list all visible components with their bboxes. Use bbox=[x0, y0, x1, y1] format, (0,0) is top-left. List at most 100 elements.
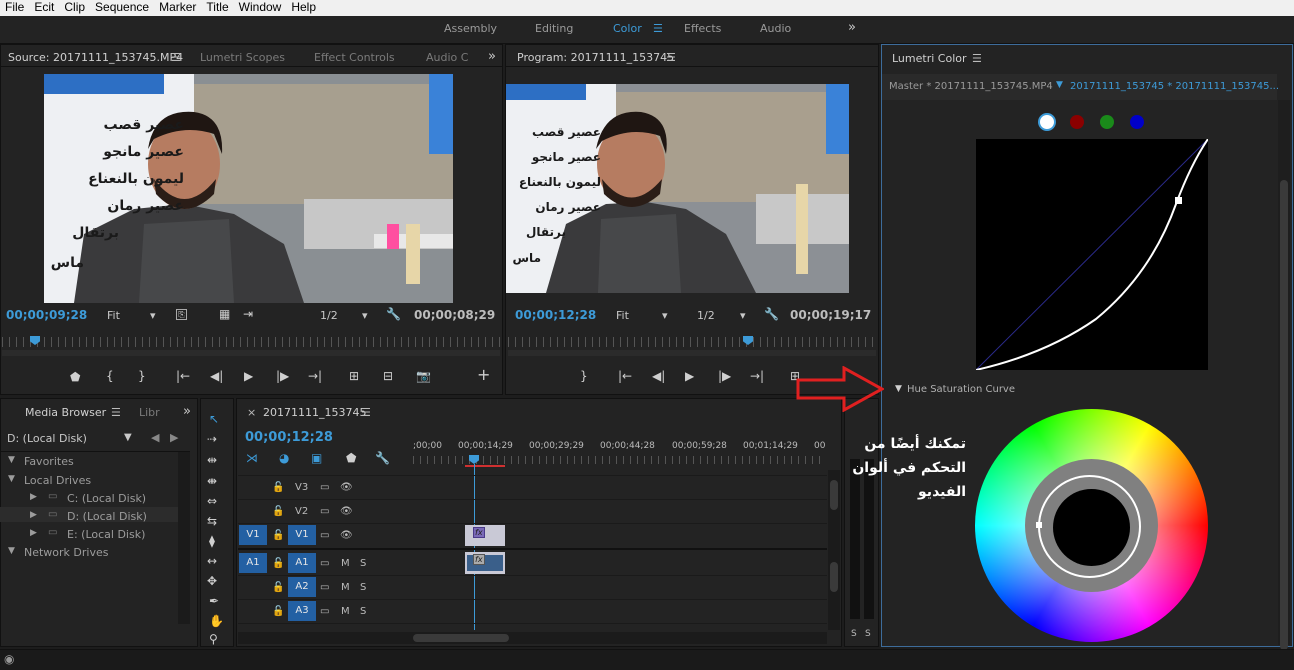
tree-drive-c[interactable]: C: (Local Disk) bbox=[67, 492, 146, 505]
program-zoom-bar[interactable] bbox=[508, 350, 876, 356]
tab-lumetri-scopes[interactable]: Lumetri Scopes bbox=[200, 51, 285, 64]
lumetri-menu-icon[interactable]: ☰ bbox=[972, 52, 982, 65]
menu-marker[interactable]: Marker bbox=[154, 0, 201, 15]
track-label-v2[interactable]: V2 bbox=[295, 506, 308, 517]
menu-help[interactable]: Help bbox=[286, 0, 321, 15]
chevron-down-icon[interactable]: ▼ bbox=[1056, 80, 1063, 90]
menu-edit[interactable]: Ecit bbox=[29, 0, 59, 15]
add-button-icon[interactable]: + bbox=[477, 367, 490, 383]
step-back-icon[interactable]: ◀| bbox=[210, 370, 223, 382]
toggle-sync-lock-icon[interactable]: ▭ bbox=[320, 530, 329, 541]
eye-icon[interactable]: ◉ bbox=[4, 652, 14, 666]
lock-icon[interactable]: 🔓 bbox=[272, 582, 284, 593]
wrench-icon[interactable]: 🔧 bbox=[375, 452, 390, 464]
menu-window[interactable]: Window bbox=[234, 0, 287, 15]
workspace-editing[interactable]: Editing bbox=[535, 22, 573, 35]
source-overflow-icon[interactable]: » bbox=[488, 49, 496, 64]
wrench-icon[interactable]: 🔧 bbox=[764, 308, 779, 320]
mark-out-icon[interactable]: } bbox=[580, 370, 588, 382]
mute-button[interactable]: M bbox=[341, 606, 350, 617]
workspace-assembly[interactable]: Assembly bbox=[444, 22, 497, 35]
meter-solo-left[interactable]: S bbox=[851, 629, 857, 639]
collapse-triangle-icon[interactable]: ▼ bbox=[8, 474, 15, 484]
tree-favorites[interactable]: Favorites bbox=[24, 455, 74, 468]
chevron-down-icon[interactable]: ▾ bbox=[740, 309, 746, 322]
track-label-v3[interactable]: V3 bbox=[295, 482, 308, 493]
workspace-color[interactable]: Color bbox=[613, 22, 642, 35]
toggle-sync-lock-icon[interactable]: ▭ bbox=[320, 506, 329, 517]
menu-sequence[interactable]: Sequence bbox=[90, 0, 154, 15]
insert-edit-icon[interactable]: ⇥ bbox=[243, 308, 253, 320]
program-resolution-select[interactable]: 1/2 bbox=[697, 309, 715, 322]
curve-channel-blue[interactable] bbox=[1130, 115, 1144, 129]
chevron-down-icon[interactable]: ▾ bbox=[662, 309, 668, 322]
slide-tool-icon[interactable]: ↔ bbox=[207, 555, 217, 567]
hand-tool-icon[interactable]: ✋ bbox=[209, 615, 224, 627]
lumetri-scrollbar[interactable] bbox=[1278, 100, 1290, 650]
lock-icon[interactable]: 🔓 bbox=[272, 606, 284, 617]
media-browser-overflow-icon[interactable]: » bbox=[183, 404, 191, 419]
lumetri-title[interactable]: Lumetri Color bbox=[892, 52, 967, 65]
safe-margins-icon[interactable]: ⎘ bbox=[176, 309, 187, 320]
selection-tool-icon[interactable]: ↖ bbox=[209, 413, 219, 425]
go-to-in-icon[interactable]: |← bbox=[176, 370, 190, 382]
timeline-vscroll[interactable] bbox=[828, 470, 840, 630]
workspace-audio[interactable]: Audio bbox=[760, 22, 791, 35]
collapse-triangle-icon[interactable]: ▼ bbox=[895, 384, 902, 394]
source-resolution-select[interactable]: 1/2 bbox=[320, 309, 338, 322]
marker-icon[interactable]: ⬟ bbox=[346, 452, 356, 464]
toggle-sync-lock-icon[interactable]: ▭ bbox=[320, 582, 329, 593]
rate-stretch-tool-icon[interactable]: ⇔ bbox=[207, 495, 217, 507]
program-time-ruler[interactable] bbox=[508, 337, 876, 347]
close-icon[interactable]: × bbox=[247, 406, 256, 419]
source-patch-v1[interactable]: V1 bbox=[239, 525, 267, 545]
tab-libraries[interactable]: Libr bbox=[139, 406, 160, 419]
tab-source[interactable]: Source: 20171111_153745.MP4 bbox=[8, 51, 183, 64]
overwrite-icon[interactable]: ⊟ bbox=[383, 370, 393, 382]
solo-button[interactable]: S bbox=[360, 558, 366, 569]
program-fit-select[interactable]: Fit bbox=[616, 309, 629, 322]
go-to-out-icon[interactable]: →| bbox=[750, 370, 764, 382]
timeline-timecode[interactable]: 00;00;12;28 bbox=[245, 430, 333, 445]
tab-program[interactable]: Program: 20171111_153745 bbox=[517, 51, 674, 64]
program-timecode-in[interactable]: 00;00;12;28 bbox=[515, 308, 596, 322]
expand-triangle-icon[interactable]: ▶ bbox=[30, 510, 37, 520]
source-menu-icon[interactable]: ☰ bbox=[171, 51, 181, 64]
source-patch-a1[interactable]: A1 bbox=[239, 553, 267, 573]
collapse-triangle-icon[interactable]: ▼ bbox=[8, 455, 15, 465]
go-to-in-icon[interactable]: |← bbox=[618, 370, 632, 382]
camera-icon[interactable]: 📷 bbox=[416, 370, 431, 382]
source-time-ruler[interactable] bbox=[2, 337, 500, 347]
tab-media-browser[interactable]: Media Browser bbox=[25, 406, 106, 419]
tree-network-drives[interactable]: Network Drives bbox=[24, 546, 108, 559]
track-select-tool-icon[interactable]: ⇢ bbox=[207, 433, 217, 445]
expand-triangle-icon[interactable]: ▶ bbox=[30, 492, 37, 502]
lumetri-scrollbar-thumb[interactable] bbox=[1280, 180, 1288, 650]
eye-icon[interactable]: 👁 bbox=[340, 530, 353, 541]
ripple-edit-tool-icon[interactable]: ⇹ bbox=[207, 454, 217, 466]
pen-tool-icon[interactable]: ✒ bbox=[209, 595, 219, 607]
go-to-out-icon[interactable]: →| bbox=[308, 370, 322, 382]
track-target-a3[interactable]: A3 bbox=[288, 601, 316, 621]
source-timecode-in[interactable]: 00;00;09;28 bbox=[6, 308, 87, 322]
mute-button[interactable]: M bbox=[341, 558, 350, 569]
export-frame-settings-icon[interactable]: ▦ bbox=[219, 308, 230, 320]
step-forward-icon[interactable]: |▶ bbox=[276, 370, 289, 382]
work-area-bar[interactable] bbox=[465, 465, 505, 467]
lumetri-master-tab[interactable]: Master * 20171111_153745.MP4 bbox=[889, 81, 1053, 92]
menu-file[interactable]: File bbox=[0, 0, 29, 15]
play-icon[interactable]: ▶ bbox=[685, 370, 694, 382]
curve-channel-green[interactable] bbox=[1100, 115, 1114, 129]
program-menu-icon[interactable]: ☰ bbox=[666, 51, 676, 64]
mark-out-icon[interactable]: } bbox=[138, 370, 146, 382]
add-marker-icon[interactable]: ▣ bbox=[311, 452, 322, 464]
zoom-pan-tool-icon[interactable]: ✥ bbox=[207, 575, 217, 587]
step-forward-icon[interactable]: |▶ bbox=[718, 370, 731, 382]
wheel-control-point[interactable] bbox=[1036, 522, 1042, 528]
workspace-overflow-icon[interactable]: » bbox=[848, 20, 856, 35]
track-target-a2[interactable]: A2 bbox=[288, 577, 316, 597]
collapse-triangle-icon[interactable]: ▼ bbox=[8, 546, 15, 556]
eye-icon[interactable]: 👁 bbox=[340, 482, 353, 493]
workspace-effects[interactable]: Effects bbox=[684, 22, 721, 35]
chevron-down-icon[interactable]: ▾ bbox=[150, 309, 156, 322]
